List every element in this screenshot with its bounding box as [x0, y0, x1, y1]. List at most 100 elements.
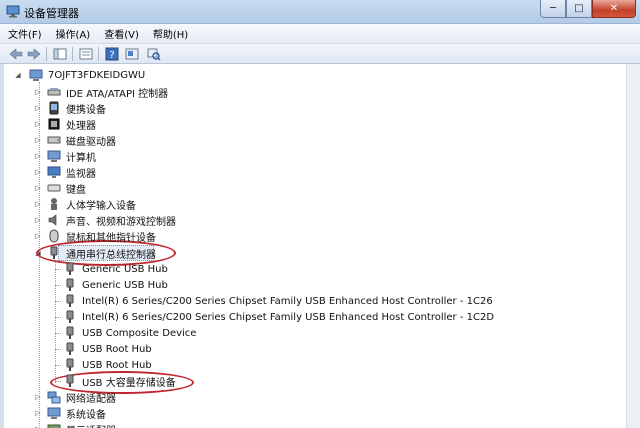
- expand-icon[interactable]: ▷: [34, 200, 42, 208]
- tree-item-label: USB Composite Device: [82, 327, 197, 339]
- computer-name: 7OJFT3FDKEIDGWU: [48, 69, 146, 81]
- hid-icon: [46, 197, 62, 211]
- expand-icon[interactable]: ▷: [34, 88, 42, 96]
- keyboard-icon: [46, 181, 62, 195]
- tree-usb-device[interactable]: Generic USB Hub: [62, 277, 168, 293]
- computer-icon: [28, 68, 44, 82]
- tree-item-label: 便携设备: [66, 104, 106, 116]
- tree-item-label: 显示适配器: [66, 422, 116, 428]
- tree-item-label: 处理器: [66, 120, 96, 132]
- tree-item-label: Intel(R) 6 Series/C200 Series Chipset Fa…: [82, 295, 493, 307]
- tree-usb-device[interactable]: USB Composite Device: [62, 325, 196, 341]
- tree-item-label: USB 大容量存储设备: [82, 377, 176, 389]
- tree-item-label: Intel(R) 6 Series/C200 Series Chipset Fa…: [82, 311, 495, 323]
- usb-icon: [46, 246, 62, 260]
- sound-icon: [46, 213, 62, 227]
- tree-item-label: IDE ATA/ATAPI 控制器: [66, 88, 169, 100]
- tree-item-label: 声音、视频和游戏控制器: [66, 216, 176, 228]
- tree-category[interactable]: ▷ 系统设备: [34, 405, 106, 421]
- menu-file[interactable]: 文件(F): [8, 26, 42, 41]
- tree-category-label: 通用串行总线控制器: [66, 249, 156, 261]
- usb-device-icon: [62, 358, 78, 372]
- disk-drive-icon: [46, 133, 62, 147]
- scan-hardware-icon[interactable]: [146, 46, 162, 62]
- close-button[interactable]: ✕: [592, 0, 636, 18]
- vertical-scrollbar[interactable]: [626, 64, 640, 428]
- device-manager-icon: [6, 5, 20, 18]
- tree-category[interactable]: ▷ 磁盘驱动器: [34, 132, 116, 148]
- usb-device-icon: [62, 342, 78, 356]
- usb-device-icon: [62, 278, 78, 292]
- tree-category-usb[interactable]: ◢ 通用串行总线控制器: [34, 245, 156, 261]
- tree-usb-device[interactable]: Generic USB Hub: [62, 261, 168, 277]
- tree-category[interactable]: ▷ 计算机: [34, 148, 96, 164]
- toolbar: ?: [0, 44, 640, 64]
- tree-item-label: 监视器: [66, 168, 96, 180]
- tree-category[interactable]: ▷ IDE ATA/ATAPI 控制器: [34, 84, 168, 100]
- svg-text:?: ?: [109, 50, 114, 61]
- usb-device-icon: [62, 294, 78, 308]
- ide-controller-icon: [46, 85, 62, 99]
- tree-category[interactable]: ▷ 网络适配器: [34, 389, 116, 405]
- tree-item-label: Generic USB Hub: [82, 263, 168, 275]
- tree-category[interactable]: ▷ 便携设备: [34, 100, 106, 116]
- show-hide-console-tree-icon[interactable]: [52, 46, 68, 62]
- tree-category[interactable]: ▷ 键盘: [34, 180, 86, 196]
- title-bar[interactable]: 设备管理器 ─ □ ✕: [0, 0, 640, 24]
- collapse-icon[interactable]: ◢: [14, 71, 22, 79]
- usb-device-icon: [62, 262, 78, 276]
- tree-usb-device[interactable]: USB Root Hub: [62, 341, 152, 357]
- system-device-icon: [46, 406, 62, 420]
- tree-usb-device[interactable]: Intel(R) 6 Series/C200 Series Chipset Fa…: [62, 309, 494, 325]
- monitor-icon: [46, 165, 62, 179]
- back-icon[interactable]: [8, 46, 24, 62]
- maximize-button[interactable]: □: [566, 0, 592, 18]
- expand-icon[interactable]: ▷: [34, 184, 42, 192]
- tree-item-label: 磁盘驱动器: [66, 136, 116, 148]
- tree-item-label: 计算机: [66, 152, 96, 164]
- device-tree[interactable]: ◢ 7OJFT3FDKEIDGWU ◢ 通用串行总线控制器 ▷ IDE ATA/A…: [0, 64, 640, 428]
- tree-category[interactable]: ▷ 人体学输入设备: [34, 196, 136, 212]
- properties-icon[interactable]: [78, 46, 94, 62]
- tree-category[interactable]: ▷ 声音、视频和游戏控制器: [34, 212, 176, 228]
- minimize-button[interactable]: ─: [540, 0, 566, 18]
- tree-item-label: USB Root Hub: [82, 343, 152, 355]
- tree-category[interactable]: ▷ 鼠标和其他指针设备: [34, 228, 156, 244]
- window-title: 设备管理器: [24, 7, 79, 20]
- help-icon[interactable]: ?: [104, 46, 120, 62]
- update-driver-icon[interactable]: [124, 46, 140, 62]
- expand-icon[interactable]: ▷: [34, 136, 42, 144]
- expand-icon[interactable]: ▷: [34, 152, 42, 160]
- menu-action[interactable]: 操作(A): [56, 26, 91, 41]
- expand-icon[interactable]: ▷: [34, 120, 42, 128]
- network-adapter-icon: [46, 390, 62, 404]
- tree-item-label: 网络适配器: [66, 393, 116, 405]
- tree-usb-device[interactable]: USB Root Hub: [62, 357, 152, 373]
- expand-icon[interactable]: ▷: [34, 216, 42, 224]
- usb-device-icon: [62, 310, 78, 324]
- tree-category[interactable]: ▷ 监视器: [34, 164, 96, 180]
- menu-help[interactable]: 帮助(H): [153, 26, 188, 41]
- tree-root[interactable]: ◢ 7OJFT3FDKEIDGWU: [14, 67, 145, 83]
- tree-item-label: 人体学输入设备: [66, 200, 136, 212]
- tree-usb-device[interactable]: Intel(R) 6 Series/C200 Series Chipset Fa…: [62, 293, 493, 309]
- menu-view[interactable]: 查看(V): [104, 26, 139, 41]
- expand-icon[interactable]: ▷: [34, 409, 42, 417]
- tree-category[interactable]: ▷ 处理器: [34, 116, 96, 132]
- menu-bar: 文件(F) 操作(A) 查看(V) 帮助(H): [0, 24, 640, 44]
- expand-icon[interactable]: ▷: [34, 232, 42, 240]
- tree-usb-device[interactable]: USB 大容量存储设备: [62, 373, 176, 389]
- usb-device-icon: [62, 326, 78, 340]
- collapse-icon[interactable]: ◢: [34, 249, 42, 257]
- computer-icon: [46, 149, 62, 163]
- mouse-icon: [46, 229, 62, 243]
- tree-item-label: 键盘: [66, 184, 86, 196]
- expand-icon[interactable]: ▷: [34, 168, 42, 176]
- tree-item-label: 系统设备: [66, 409, 106, 421]
- tree-item-label: USB Root Hub: [82, 359, 152, 371]
- expand-icon[interactable]: ▷: [34, 104, 42, 112]
- tree-item-label: Generic USB Hub: [82, 279, 168, 291]
- tree-category[interactable]: ▷显示适配器: [34, 421, 116, 428]
- expand-icon[interactable]: ▷: [34, 393, 42, 401]
- forward-icon[interactable]: [26, 46, 42, 62]
